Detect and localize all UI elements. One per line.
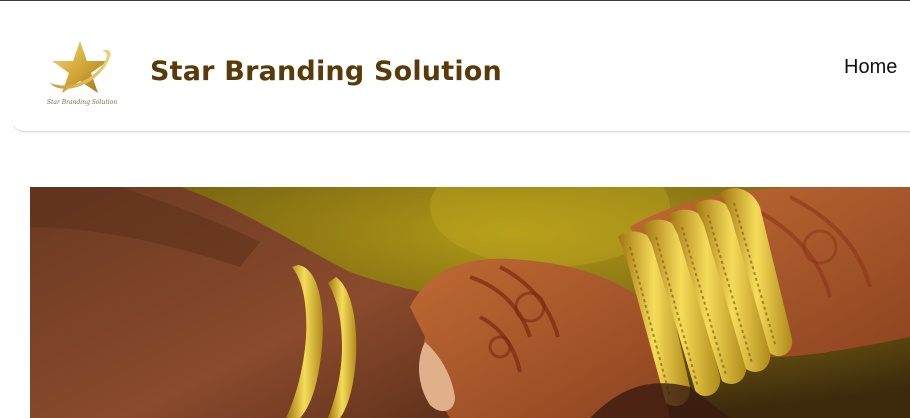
star-logo-icon <box>50 41 111 93</box>
brand-name[interactable]: Star Branding Solution <box>150 56 502 87</box>
nav-home-link[interactable]: Home <box>844 56 897 79</box>
brand-logo[interactable]: Star Branding Solution <box>42 39 122 111</box>
wedding-hands-image <box>30 187 910 418</box>
site-header: Star Branding Solution Star Branding Sol… <box>12 1 910 132</box>
hero-image <box>30 187 910 418</box>
logo-tagline: Star Branding Solution <box>46 99 118 106</box>
